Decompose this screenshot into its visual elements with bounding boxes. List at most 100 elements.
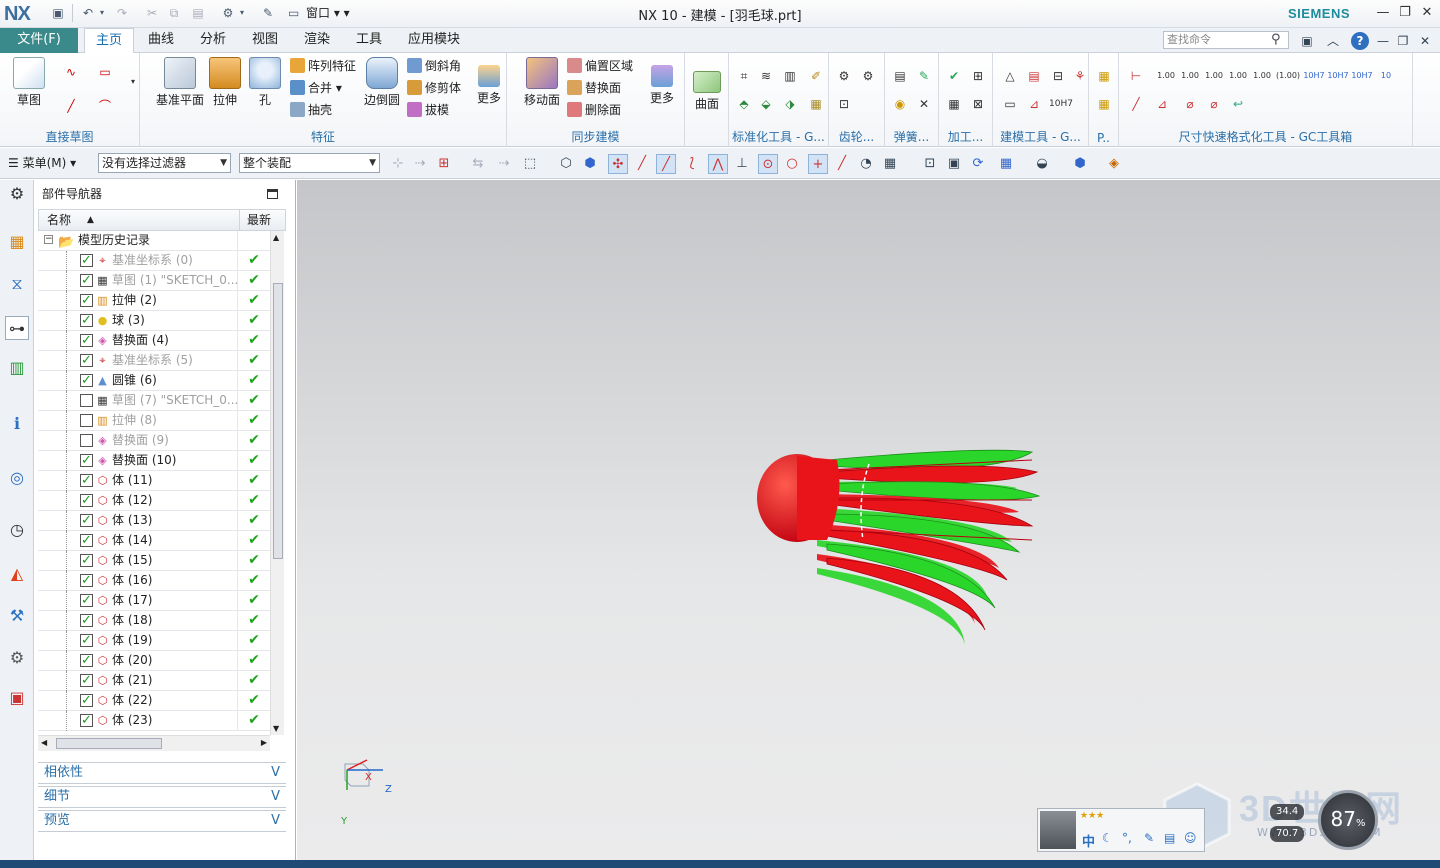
line-icon[interactable]: ╱ bbox=[62, 97, 80, 115]
scroll-down-icon[interactable]: ▼ bbox=[273, 724, 279, 733]
tree-row[interactable]: ▲ 圆锥 (6) ✔ bbox=[38, 371, 270, 391]
tolerance-format-icon[interactable]: 1.00 bbox=[1203, 67, 1225, 85]
replace-face-button[interactable]: 替换面 bbox=[567, 79, 621, 97]
snap-icon[interactable]: ▦ bbox=[880, 154, 900, 174]
tree-row[interactable]: ◈ 替换面 (10) ✔ bbox=[38, 451, 270, 471]
cut-icon[interactable]: ✂ bbox=[144, 5, 160, 21]
visibility-checkbox[interactable] bbox=[80, 491, 93, 510]
search-icon[interactable]: ⚲ bbox=[1271, 31, 1281, 49]
snap-icon[interactable]: ○ bbox=[782, 154, 802, 174]
moon-icon[interactable]: ☾ bbox=[1102, 831, 1113, 845]
modeling-tool-icon[interactable]: ⊟ bbox=[1049, 67, 1067, 85]
snap-icon[interactable]: ◔ bbox=[856, 154, 876, 174]
column-latest[interactable]: 最新 bbox=[247, 210, 271, 230]
fit-format-icon[interactable]: 10H7 bbox=[1327, 67, 1349, 85]
arc-icon[interactable]: ⌒ bbox=[96, 97, 114, 115]
tab-curve[interactable]: 曲线 bbox=[140, 28, 182, 53]
constraint-navigator-icon[interactable]: ⧖ bbox=[5, 272, 29, 296]
render-style-icon[interactable]: ◒ bbox=[1032, 154, 1052, 174]
visibility-checkbox[interactable] bbox=[80, 271, 93, 290]
tree-row[interactable]: ⬡ 体 (19) ✔ bbox=[38, 631, 270, 651]
process-icon[interactable]: ⚒ bbox=[5, 604, 29, 628]
modeling-tool-icon[interactable]: ⊿ bbox=[1025, 95, 1043, 113]
tree-row[interactable]: ⌖ 基准坐标系 (0) ✔ bbox=[38, 251, 270, 271]
repeat-dropdown-icon[interactable]: ▾ bbox=[238, 5, 246, 21]
spring-tool-icon[interactable]: ✕ bbox=[915, 95, 933, 113]
system-scenes-icon[interactable]: ▣ bbox=[5, 686, 29, 710]
diameter-icon[interactable]: ⌀ bbox=[1205, 95, 1223, 113]
pattern-feature-button[interactable]: 阵列特征 bbox=[290, 57, 356, 75]
snap-icon[interactable]: ⟅ bbox=[682, 154, 702, 174]
scroll-thumb[interactable] bbox=[273, 283, 283, 559]
visibility-checkbox[interactable] bbox=[80, 591, 93, 610]
visibility-checkbox[interactable] bbox=[80, 451, 93, 470]
tree-row[interactable]: ● 球 (3) ✔ bbox=[38, 311, 270, 331]
draft-button[interactable]: 拔模 bbox=[407, 101, 449, 119]
rectangle-select-icon[interactable]: ⬚ bbox=[520, 154, 540, 174]
reuse-library-icon[interactable]: ▥ bbox=[5, 356, 29, 380]
trim-body-button[interactable]: 修剪体 bbox=[407, 79, 461, 97]
gc-tool-icon[interactable]: ⬘ bbox=[735, 95, 753, 113]
tree-root[interactable]: − 📂 模型历史记录 bbox=[38, 231, 270, 251]
filter-icon[interactable]: ⇢ bbox=[410, 154, 430, 174]
move-face-button[interactable]: 移动面 bbox=[521, 57, 563, 108]
undo-icon[interactable]: ↶ bbox=[80, 5, 96, 21]
tree-row[interactable]: ▥ 拉伸 (8) ✔ bbox=[38, 411, 270, 431]
sketch-button[interactable]: 草图 bbox=[4, 57, 54, 108]
unite-button[interactable]: 合并 ▾ bbox=[290, 79, 342, 97]
scroll-left-icon[interactable]: ◀ bbox=[41, 738, 47, 747]
vertical-scrollbar[interactable]: ▲ ▼ bbox=[270, 231, 284, 735]
tree-row[interactable]: ⬡ 体 (22) ✔ bbox=[38, 691, 270, 711]
filter-icon[interactable]: ⊹ bbox=[388, 154, 408, 174]
datum-plane-button[interactable]: 基准平面 bbox=[152, 57, 208, 108]
visibility-checkbox[interactable] bbox=[80, 551, 93, 570]
arrow-icon[interactable]: ↩ bbox=[1229, 95, 1247, 113]
ribbon-options-icon[interactable]: ▣ bbox=[1298, 32, 1316, 50]
preview-section[interactable]: 预览 V bbox=[38, 810, 286, 832]
gear-tool-icon[interactable]: ⊡ bbox=[835, 95, 853, 113]
tree-row[interactable]: ▦ 草图 (7) "SKETCH_0... ✔ bbox=[38, 391, 270, 411]
wrench-icon[interactable]: ✎ bbox=[1144, 831, 1154, 845]
visibility-checkbox[interactable] bbox=[80, 371, 93, 390]
window-menu[interactable]: 窗口 ▾ ▾ bbox=[306, 5, 350, 21]
gc-tool-icon[interactable]: ▦ bbox=[807, 95, 825, 113]
tree-row[interactable]: ⬡ 体 (13) ✔ bbox=[38, 511, 270, 531]
chamfer-button[interactable]: 倒斜角 bbox=[407, 57, 461, 75]
minimize-button[interactable]: — bbox=[1372, 4, 1394, 22]
tab-tools[interactable]: 工具 bbox=[348, 28, 390, 53]
collapse-icon[interactable]: − bbox=[44, 235, 53, 244]
restore-button[interactable]: ❐ bbox=[1394, 4, 1416, 22]
tree-row[interactable]: ▥ 拉伸 (2) ✔ bbox=[38, 291, 270, 311]
delete-face-button[interactable]: 删除面 bbox=[567, 101, 621, 119]
doc-close-icon[interactable]: ✕ bbox=[1416, 32, 1434, 50]
undo-dropdown-icon[interactable]: ▾ bbox=[98, 5, 106, 21]
roles-icon[interactable]: ⚙ bbox=[5, 646, 29, 670]
tree-row[interactable]: ◈ 替换面 (9) ✔ bbox=[38, 431, 270, 451]
extrude-button[interactable]: 拉伸 bbox=[206, 57, 244, 108]
tree-row[interactable]: ⬡ 体 (18) ✔ bbox=[38, 611, 270, 631]
assembly-navigator-icon[interactable]: ▦ bbox=[5, 230, 29, 254]
repeat-command-icon[interactable]: ⚙ bbox=[220, 5, 236, 21]
settings-icon[interactable]: ⚙ bbox=[5, 182, 29, 206]
visibility-checkbox[interactable] bbox=[80, 531, 93, 550]
select-icon[interactable]: ⬢ bbox=[580, 154, 600, 174]
scroll-right-icon[interactable]: ▶ bbox=[261, 738, 267, 747]
gear-tool-icon[interactable]: ⚙ bbox=[835, 67, 853, 85]
snap-icon[interactable]: ╱ bbox=[632, 154, 652, 174]
snap-icon[interactable]: ⊙ bbox=[758, 154, 778, 174]
tolerance-format-icon[interactable]: (1.00) bbox=[1275, 67, 1301, 85]
visibility-checkbox[interactable] bbox=[80, 331, 93, 350]
save-icon[interactable]: ▣ bbox=[50, 5, 66, 21]
tab-applications[interactable]: 应用模块 bbox=[400, 28, 468, 53]
dimension-tool-icon[interactable]: ╱ bbox=[1127, 95, 1145, 113]
select-icon[interactable]: ⬡ bbox=[556, 154, 576, 174]
visibility-checkbox[interactable] bbox=[80, 414, 93, 427]
tolerance-format-icon[interactable]: 1.00 bbox=[1155, 67, 1177, 85]
machining-tool-icon[interactable]: ⊠ bbox=[969, 95, 987, 113]
tree-row[interactable]: ⌖ 基准坐标系 (5) ✔ bbox=[38, 351, 270, 371]
visibility-checkbox[interactable] bbox=[80, 311, 93, 330]
smile-icon[interactable]: ☺ bbox=[1184, 831, 1197, 845]
filter-icon[interactable]: ⇢ bbox=[494, 154, 514, 174]
visibility-checkbox[interactable] bbox=[80, 611, 93, 630]
selection-filter-dropdown[interactable]: 没有选择过滤器 ▼ bbox=[98, 153, 231, 173]
